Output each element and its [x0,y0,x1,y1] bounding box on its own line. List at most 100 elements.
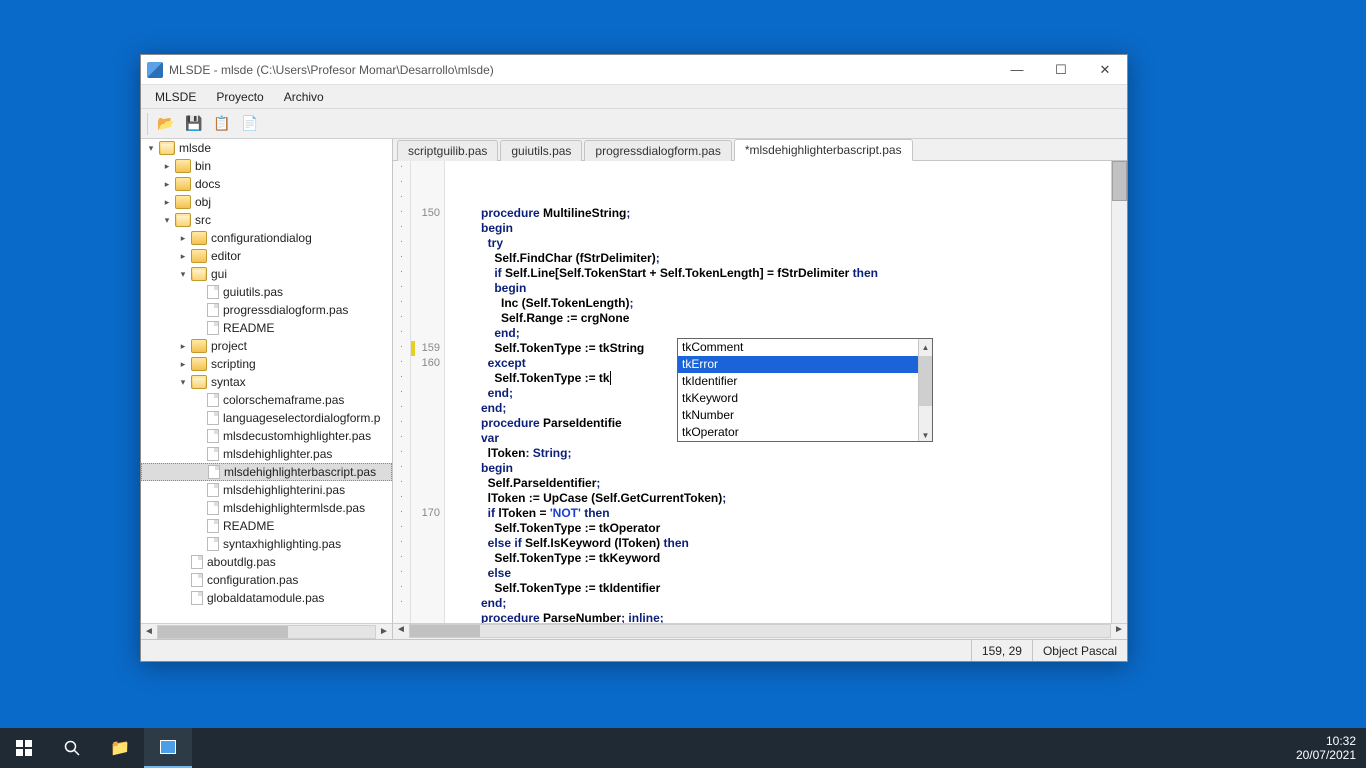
gutter-line[interactable] [411,491,440,506]
fold-marker[interactable]: · [393,521,410,536]
tree-folder[interactable]: ▸editor [141,247,392,265]
tree-folder[interactable]: ▸project [141,337,392,355]
line-gutter[interactable]: 150159160170 [411,161,445,623]
tree-file[interactable]: mlsdehighlighter.pas [141,445,392,463]
tree-twisty-icon[interactable]: ▾ [177,377,189,388]
editor-tab[interactable]: progressdialogform.pas [584,140,731,161]
fold-marker[interactable]: · [393,461,410,476]
code-line[interactable]: else if Self.IsKeyword (lToken) then [451,536,1111,551]
code-line[interactable]: Self.ParseIdentifier; [451,476,1111,491]
tree-file[interactable]: languageselectordialogform.p [141,409,392,427]
fold-marker[interactable]: · [393,176,410,191]
fold-marker[interactable]: · [393,371,410,386]
fold-marker[interactable]: · [393,161,410,176]
close-file-icon[interactable]: 📄 [238,112,262,136]
tree-file[interactable]: configuration.pas [141,571,392,589]
gutter-line[interactable] [411,266,440,281]
fold-marker[interactable]: · [393,476,410,491]
fold-marker[interactable]: · [393,386,410,401]
code-line[interactable]: Self.TokenType := tkKeyword [451,551,1111,566]
code-line[interactable]: if lToken = 'NOT' then [451,506,1111,521]
code-line[interactable]: lToken: String; [451,446,1111,461]
tree-folder[interactable]: ▾gui [141,265,392,283]
code-line[interactable]: Inc (Self.TokenLength); [451,296,1111,311]
editor-tab[interactable]: *mlsdehighlighterbascript.pas [734,139,913,161]
gutter-line[interactable] [411,296,440,311]
tree-file[interactable]: globaldatamodule.pas [141,589,392,607]
fold-marker[interactable]: · [393,191,410,206]
code-editor[interactable]: procedure MultilineString; begin try Self… [445,161,1111,623]
maximize-button[interactable]: ☐ [1039,55,1083,85]
fold-marker[interactable]: · [393,206,410,221]
code-line[interactable]: Self.TokenType := tkIdentifier [451,581,1111,596]
completion-item[interactable]: tkError [678,356,918,373]
gutter-line[interactable] [411,536,440,551]
fold-marker[interactable]: · [393,446,410,461]
copy-icon[interactable]: 📋 [210,112,234,136]
taskbar-app-button[interactable] [144,728,192,768]
tree-twisty-icon[interactable]: ▸ [177,359,189,370]
fold-marker[interactable]: · [393,311,410,326]
scroll-thumb[interactable] [410,625,480,637]
tree-twisty-icon[interactable]: ▸ [161,197,173,208]
code-line[interactable]: Self.FindChar (fStrDelimiter); [451,251,1111,266]
fold-marker[interactable]: · [393,596,410,611]
completion-list[interactable]: tkCommenttkErrortkIdentifiertkKeywordtkN… [678,339,918,441]
fold-marker[interactable]: · [393,536,410,551]
scroll-track[interactable] [409,624,1111,638]
gutter-line[interactable] [411,461,440,476]
tree-folder[interactable]: ▸docs [141,175,392,193]
taskbar-explorer-button[interactable]: 📁 [96,728,144,768]
gutter-line[interactable] [411,161,440,176]
fold-marker[interactable]: · [393,581,410,596]
scroll-thumb[interactable] [1112,161,1127,201]
editor-vertical-scrollbar[interactable] [1111,161,1127,623]
fold-marker[interactable]: · [393,236,410,251]
scroll-right-icon[interactable]: ► [376,626,392,637]
tree-twisty-icon[interactable]: ▸ [177,251,189,262]
menu-archivo[interactable]: Archivo [274,88,334,106]
fold-marker[interactable]: · [393,551,410,566]
completion-item[interactable]: tkNumber [678,407,918,424]
fold-marker[interactable]: · [393,251,410,266]
gutter-line[interactable] [411,446,440,461]
scroll-left-icon[interactable]: ◄ [393,624,409,639]
gutter-line[interactable] [411,176,440,191]
minimize-button[interactable]: — [995,55,1039,85]
gutter-line[interactable] [411,401,440,416]
scroll-down-icon[interactable]: ▼ [919,427,932,441]
scroll-left-icon[interactable]: ◄ [141,626,157,637]
fold-marker[interactable]: · [393,491,410,506]
tree-folder[interactable]: ▸bin [141,157,392,175]
menu-proyecto[interactable]: Proyecto [206,88,273,106]
tree-folder[interactable]: ▾syntax [141,373,392,391]
completion-item[interactable]: tkComment [678,339,918,356]
scroll-thumb[interactable] [158,626,288,638]
gutter-line[interactable] [411,386,440,401]
code-line[interactable]: lToken := UpCase (Self.GetCurrentToken); [451,491,1111,506]
gutter-line[interactable] [411,566,440,581]
tree-twisty-icon[interactable]: ▸ [161,161,173,172]
tree-file[interactable]: colorschemaframe.pas [141,391,392,409]
save-icon[interactable]: 💾 [182,112,206,136]
gutter-line[interactable] [411,476,440,491]
fold-marker[interactable]: · [393,296,410,311]
tree-file[interactable]: mlsdehighlighterbascript.pas [141,463,392,481]
tree-folder[interactable]: ▾mlsde [141,139,392,157]
tree-file[interactable]: README [141,517,392,535]
code-line[interactable]: begin [451,461,1111,476]
editor-tab[interactable]: guiutils.pas [500,140,582,161]
fold-marker[interactable]: · [393,506,410,521]
fold-marker[interactable]: · [393,356,410,371]
code-line[interactable]: procedure ParseNumber; inline; [451,611,1111,623]
gutter-line[interactable] [411,371,440,386]
editor-horizontal-scrollbar[interactable]: ◄ ► [393,623,1127,639]
gutter-line[interactable]: 150 [411,206,440,221]
tree-file[interactable]: mlsdehighlightermlsde.pas [141,499,392,517]
code-line[interactable]: try [451,236,1111,251]
code-line[interactable]: procedure MultilineString; [451,206,1111,221]
tree-folder[interactable]: ▸configurationdialog [141,229,392,247]
completion-item[interactable]: tkIdentifier [678,373,918,390]
completion-item[interactable]: tkOperator [678,424,918,441]
close-window-button[interactable]: ✕ [1083,55,1127,85]
